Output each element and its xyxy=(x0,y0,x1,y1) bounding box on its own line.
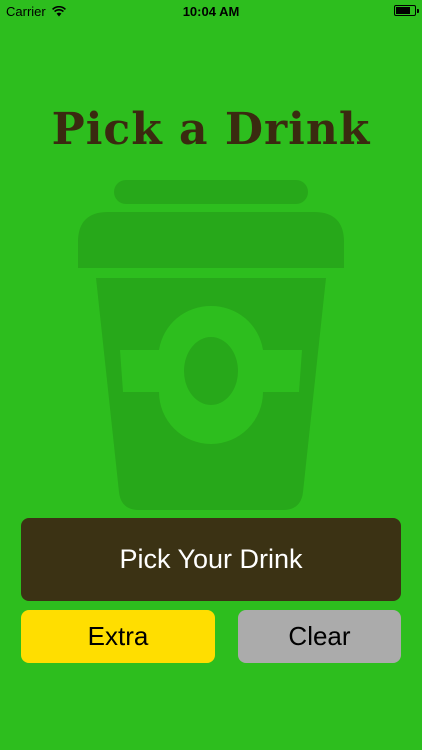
page-title: Pick a Drink xyxy=(51,104,371,155)
battery-icon xyxy=(394,5,419,16)
battery-level xyxy=(396,7,410,14)
clear-button[interactable]: Clear xyxy=(238,610,401,663)
extra-button[interactable]: Extra xyxy=(21,610,215,663)
status-bar: Carrier 10:04 AM xyxy=(0,0,422,22)
pick-drink-button[interactable]: Pick Your Drink xyxy=(21,518,401,601)
status-time: 10:04 AM xyxy=(182,4,240,19)
coffee-cup-icon xyxy=(78,180,344,510)
